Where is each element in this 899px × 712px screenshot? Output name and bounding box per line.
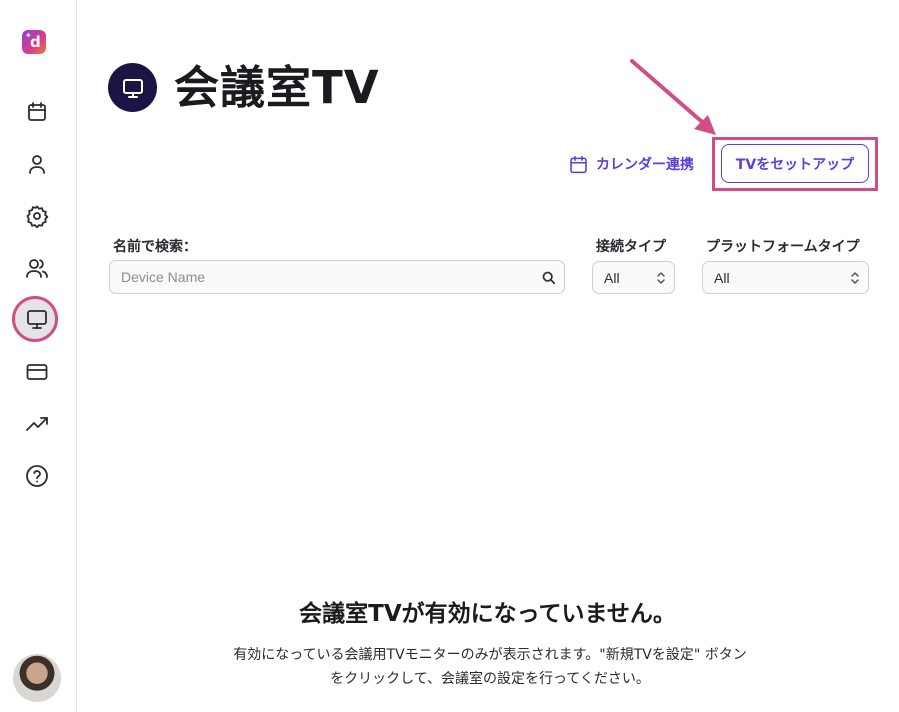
avatar[interactable] (13, 654, 61, 702)
sidebar-item-help[interactable] (24, 463, 50, 489)
calendar-integration-link[interactable]: カレンダー連携 (568, 152, 694, 176)
sidebar-item-calendar[interactable] (24, 99, 50, 125)
search-box (109, 260, 565, 294)
calendar-icon (28, 102, 46, 121)
annotation-arrow-icon (630, 59, 716, 135)
connection-type-value: All (604, 270, 620, 286)
sidebar-item-users[interactable] (24, 255, 50, 281)
setup-tv-button[interactable]: TVをセットアップ (721, 144, 869, 183)
help-circle-icon (26, 465, 48, 487)
logo-letter: d (30, 33, 41, 51)
empty-state-description: 有効になっている会議用TVモニターのみが表示されます。"新規TVを設定" ボタン… (200, 643, 780, 691)
search-icon[interactable] (542, 270, 556, 285)
chevron-updown-icon (656, 270, 666, 286)
empty-state-title: 会議室TVが有効になっていません。 (299, 601, 676, 627)
sidebar-item-settings[interactable] (24, 203, 50, 229)
calendar-integration-label: カレンダー連携 (596, 157, 694, 173)
empty-state-line-1: 有効になっている会議用TVモニターのみが表示されます。"新規TVを設定" ボタン (233, 647, 747, 663)
chevron-updown-icon (850, 270, 860, 286)
search-input[interactable] (110, 261, 541, 293)
page-title: 会議室TV (174, 61, 380, 114)
platform-type-value: All (714, 270, 730, 286)
sidebar-item-user[interactable] (24, 151, 50, 177)
monitor-icon (122, 78, 143, 98)
sidebar-item-billing[interactable] (24, 359, 50, 385)
sidebar-item-room-tv[interactable] (24, 306, 50, 332)
app-logo[interactable]: ✦ d (22, 30, 46, 54)
users-icon (26, 259, 48, 278)
platform-type-label: プラットフォームタイプ (706, 239, 860, 255)
monitor-icon (27, 310, 47, 329)
platform-type-select[interactable]: All (702, 261, 869, 294)
user-icon (29, 155, 45, 174)
calendar-icon (570, 155, 587, 173)
trending-up-icon (26, 417, 48, 431)
gear-icon (26, 205, 49, 228)
connection-type-label: 接続タイプ (596, 239, 666, 255)
connection-type-select[interactable]: All (592, 261, 675, 294)
credit-card-icon (26, 364, 48, 380)
empty-state-line-2: をクリックして、会議室の設定を行ってください。 (330, 671, 650, 687)
sidebar-item-analytics[interactable] (24, 411, 50, 437)
page-header-icon (108, 63, 157, 112)
search-label: 名前で検索： (113, 239, 197, 255)
